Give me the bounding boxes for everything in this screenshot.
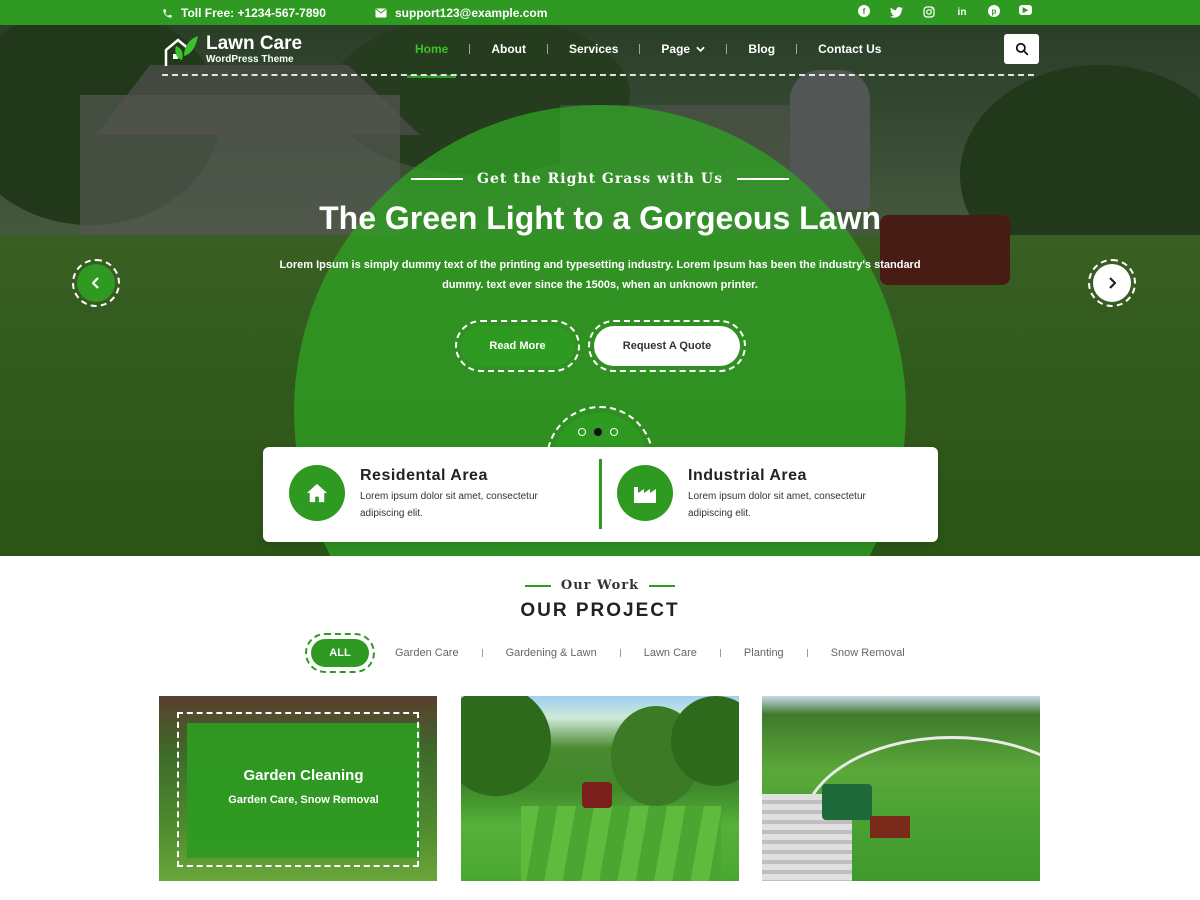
filter-gardening-lawn[interactable]: Gardening & Lawn [506, 647, 597, 659]
feature-industrial: Industrial Area Lorem ipsum dolor sit am… [617, 465, 913, 522]
home-icon [289, 465, 345, 521]
feature-title: Residental Area [360, 467, 488, 484]
nav-separator [796, 44, 798, 54]
decorative-dash [524, 584, 551, 587]
filter-snow-removal[interactable]: Snow Removal [831, 647, 905, 659]
project-card-frame [177, 712, 419, 867]
nav-separator [547, 44, 548, 54]
section-subtitle: Our Work [0, 578, 1200, 593]
slider-dot-active[interactable] [594, 428, 602, 436]
feature-description: Lorem ipsum dolor sit amet, consectetur … [360, 491, 538, 519]
request-quote-button[interactable]: Request A Quote [594, 326, 740, 366]
project-card[interactable] [461, 696, 739, 881]
nav-separator [726, 44, 728, 54]
search-icon [1015, 42, 1028, 56]
decorative-dash [736, 178, 789, 180]
hero-title: The Green Light to a Gorgeous Lawn [319, 200, 881, 236]
top-bar: Toll Free: +1234-567-7890 support123@exa… [0, 0, 1200, 25]
twitter-icon[interactable] [889, 5, 903, 19]
project-card[interactable] [762, 696, 1040, 881]
slider-dots [578, 428, 618, 436]
social-links: f in p ▶ [858, 5, 1032, 19]
hero-subtitle: Get the Right Grass with Us [0, 171, 1200, 187]
nav-item-home[interactable]: Home [406, 42, 457, 78]
project-card-title[interactable]: Garden Cleaning [187, 767, 420, 784]
factory-icon [617, 465, 673, 521]
instagram-icon[interactable] [922, 5, 936, 19]
facebook-icon[interactable]: f [858, 5, 870, 17]
slider-dot[interactable] [578, 428, 586, 436]
nav-item-contact[interactable]: Contact Us [818, 42, 881, 56]
header-divider [162, 74, 1034, 76]
pinterest-icon[interactable]: p [988, 5, 1000, 17]
chevron-down-icon [696, 46, 706, 53]
request-quote-button-frame: Request A Quote [588, 320, 746, 372]
section-subtitle-text: Our Work [560, 578, 640, 593]
feature-residential: Residental Area Lorem ipsum dolor sit am… [289, 465, 585, 522]
project-image-tractor [822, 784, 872, 820]
nav-separator [469, 44, 471, 54]
mail-icon [375, 8, 387, 18]
hero-description: Lorem Ipsum is simply dummy text of the … [279, 259, 921, 291]
slider-prev-button[interactable] [77, 264, 115, 302]
email-contact[interactable]: support123@example.com [375, 6, 547, 20]
slider-prev-frame [72, 259, 120, 307]
chevron-right-icon [1109, 277, 1116, 289]
project-image-mower-deck [870, 816, 910, 838]
search-button[interactable] [1004, 34, 1039, 64]
features-card: Residental Area Lorem ipsum dolor sit am… [263, 447, 938, 542]
nav-item-about[interactable]: About [491, 42, 526, 56]
project-image-mower [582, 782, 612, 808]
main-nav: Home About Services Page Blog Contact Us [406, 42, 881, 78]
slider-dot[interactable] [610, 428, 618, 436]
decorative-dash [649, 584, 676, 587]
nav-item-services[interactable]: Services [569, 42, 618, 56]
feature-title: Industrial Area [688, 467, 807, 484]
logo-tagline: WordPress Theme [206, 54, 294, 65]
project-image-lawn [521, 806, 721, 881]
filter-all[interactable]: ALL [311, 639, 369, 667]
filter-separator [619, 649, 621, 657]
filter-garden-care[interactable]: Garden Care [395, 647, 459, 659]
project-filters: ALL Garden Care Gardening & Lawn Lawn Ca… [305, 633, 905, 673]
filter-planting[interactable]: Planting [744, 647, 784, 659]
read-more-button[interactable]: Read More [461, 326, 574, 366]
section-title: OUR PROJECT [520, 600, 680, 621]
nav-separator [639, 44, 641, 54]
nav-item-blog[interactable]: Blog [748, 42, 775, 56]
house-leaf-icon [162, 32, 200, 68]
hero-subtitle-text: Get the Right Grass with Us [477, 171, 723, 187]
phone-text: Toll Free: +1234-567-7890 [181, 6, 326, 20]
chevron-left-icon [92, 277, 99, 289]
features-divider [599, 459, 602, 529]
nav-item-page[interactable]: Page [661, 42, 706, 56]
decorative-dash [411, 178, 464, 180]
filter-separator [806, 649, 808, 657]
filter-all-frame: ALL [305, 633, 375, 673]
slider-next-frame [1088, 259, 1136, 307]
project-card[interactable]: Garden Cleaning Garden Care, Snow Remova… [159, 696, 437, 881]
site-logo[interactable]: Lawn Care WordPress Theme [162, 32, 302, 68]
filter-lawn-care[interactable]: Lawn Care [644, 647, 697, 659]
linkedin-icon[interactable]: in [955, 5, 969, 19]
project-image-tree [461, 696, 551, 796]
read-more-button-frame: Read More [455, 320, 580, 372]
filter-separator [719, 649, 721, 657]
project-card-tags: Garden Care, Snow Removal [228, 794, 379, 806]
feature-description: Lorem ipsum dolor sit amet, consectetur … [688, 491, 866, 519]
logo-name: Lawn Care [206, 33, 303, 54]
phone-icon [163, 8, 172, 18]
youtube-icon[interactable]: ▶ [1019, 5, 1032, 15]
nav-item-page-label: Page [661, 42, 691, 56]
filter-separator [481, 649, 483, 657]
phone-contact[interactable]: Toll Free: +1234-567-7890 [162, 6, 326, 20]
email-text: support123@example.com [395, 6, 548, 20]
slider-next-button[interactable] [1093, 264, 1131, 302]
